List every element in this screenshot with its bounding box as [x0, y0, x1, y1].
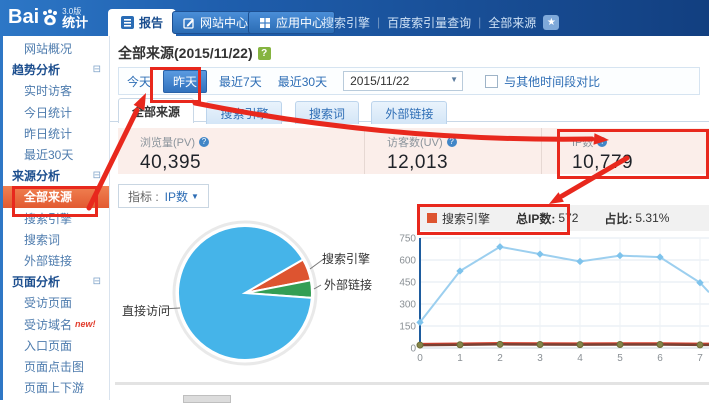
source-tabs: 全部来源 搜索引擎 搜索词 外部链接	[110, 98, 709, 122]
sidebar-nav: 网站概况趋势分析⊟实时访客今日统计昨日统计最近30天来源分析⊟全部来源搜索引擎搜…	[0, 36, 110, 400]
stats-strip: 浏览量(PV) ? 40,395 访客数(UV) ? 12,013 IP数 ? …	[118, 128, 709, 174]
chevron-down-icon: ▼	[191, 192, 199, 201]
svg-text:7: 7	[697, 353, 703, 364]
sidebar-item[interactable]: 昨日统计	[3, 123, 109, 144]
sidebar-item[interactable]: 网站概况	[3, 38, 109, 59]
legend-share-value: 5.31%	[635, 211, 669, 225]
sidebar-item[interactable]: 入口页面	[3, 335, 109, 356]
top-header: Bai 3.0版 统计 报告 网站中心	[0, 0, 709, 36]
section-divider	[115, 382, 709, 385]
stat-ip-value: 10,779	[572, 152, 709, 174]
logo-product: 统计	[62, 16, 88, 30]
header-quick-links: 搜索引擎 | 百度索引量查询 | 全部来源 ★	[322, 0, 559, 36]
quick-link-search-engine[interactable]: 搜索引擎	[322, 14, 370, 31]
svg-text:0: 0	[417, 353, 423, 364]
sidebar-item[interactable]: 页面点击图	[3, 356, 109, 377]
compare-label: 与其他时间段对比	[504, 73, 600, 90]
filter-last7[interactable]: 最近7天	[219, 73, 262, 90]
legend-total-value: 572	[558, 211, 578, 225]
svg-text:600: 600	[399, 256, 416, 267]
quick-link-all-sources[interactable]: 全部来源	[488, 14, 536, 31]
sidebar-item[interactable]: 实时访客	[3, 80, 109, 101]
tab-search-engine[interactable]: 搜索引擎	[206, 101, 282, 124]
pie-label-direct-visit: 直接访问	[122, 302, 170, 319]
svg-text:300: 300	[399, 300, 416, 311]
filter-yesterday[interactable]: 昨天	[163, 70, 207, 93]
sidebar-item[interactable]: 页面上下游	[3, 377, 109, 398]
star-icon[interactable]: ★	[543, 15, 559, 30]
stat-pv: 浏览量(PV) ? 40,395	[118, 128, 365, 174]
header-tab-report[interactable]: 报告	[108, 9, 176, 36]
svg-text:150: 150	[399, 322, 416, 333]
collapse-icon[interactable]: ⊟	[93, 276, 101, 287]
help-circle-icon[interactable]: ?	[597, 137, 607, 147]
pie-label-external-link: 外部链接	[324, 276, 372, 293]
sidebar-item[interactable]: 受访域名new!	[3, 313, 109, 334]
sidebar-item[interactable]: 今日统计	[3, 102, 109, 123]
chart-legend: 搜索引擎 总IP数: 572 占比: 5.31%	[418, 205, 709, 231]
sidebar-section-header: 来源分析⊟	[3, 165, 109, 186]
chevron-down-icon: ▼	[450, 75, 458, 84]
stat-uv-value: 12,013	[387, 152, 541, 174]
edit-icon	[183, 17, 195, 29]
svg-text:6: 6	[657, 353, 663, 364]
svg-text:4: 4	[577, 353, 583, 364]
header-tab-site-center[interactable]: 网站中心	[172, 11, 259, 34]
svg-text:3: 3	[537, 353, 543, 364]
tab-external-links[interactable]: 外部链接	[371, 101, 447, 124]
collapse-icon[interactable]: ⊟	[93, 170, 101, 181]
svg-text:750: 750	[399, 234, 416, 245]
legend-series-name: 搜索引擎	[442, 210, 490, 227]
sidebar-item[interactable]: 外部链接	[3, 250, 109, 271]
filter-today[interactable]: 今天	[127, 73, 151, 90]
sidebar-item[interactable]: 最近30天	[3, 144, 109, 165]
sidebar-item[interactable]: 搜索引擎	[3, 208, 109, 229]
compare-checkbox[interactable]	[485, 75, 498, 88]
baidu-logo: Bai 3.0版 统计	[8, 4, 88, 30]
sidebar-item[interactable]: 全部来源	[3, 186, 109, 207]
stat-pv-value: 40,395	[140, 152, 364, 174]
stat-ip: IP数 ? 10,779	[542, 128, 709, 174]
grid-icon	[259, 17, 271, 29]
svg-text:5: 5	[617, 353, 623, 364]
logo-text: Bai	[8, 4, 39, 30]
line-chart: 0 150 300 450 600 750 0 1 2 3 4 5 6 7	[395, 232, 709, 372]
pie-label-search-engine: 搜索引擎	[322, 250, 370, 267]
main-content: 全部来源(2015/11/22) ? 今天 昨天 最近7天 最近30天 2015…	[110, 36, 709, 400]
page-title: 全部来源(2015/11/22) ?	[118, 43, 271, 63]
svg-text:0: 0	[410, 344, 416, 355]
sidebar-item[interactable]: 搜索词	[3, 229, 109, 250]
svg-text:450: 450	[399, 278, 416, 289]
svg-text:2: 2	[497, 353, 503, 364]
legend-color-swatch	[427, 213, 437, 223]
help-icon[interactable]: ?	[258, 47, 271, 60]
new-badge: new!	[75, 319, 96, 329]
tab-search-terms[interactable]: 搜索词	[295, 101, 359, 124]
sidebar-section-header: 页面分析⊟	[3, 271, 109, 292]
date-filter-bar: 今天 昨天 最近7天 最近30天 2015/11/22 ▼ 与其他时间段对比	[118, 67, 700, 95]
date-picker-input[interactable]: 2015/11/22 ▼	[343, 71, 463, 91]
collapse-icon[interactable]: ⊟	[93, 64, 101, 75]
baidu-paw-icon	[40, 8, 60, 28]
metric-selector[interactable]: 指标 : IP数 ▼	[118, 184, 209, 208]
help-circle-icon[interactable]: ?	[447, 137, 457, 147]
sidebar-section-header: 趋势分析⊟	[3, 59, 109, 80]
quick-link-baidu-index[interactable]: 百度索引量查询	[387, 14, 471, 31]
help-circle-icon[interactable]: ?	[199, 137, 209, 147]
stat-uv: 访客数(UV) ? 12,013	[365, 128, 542, 174]
tab-all-sources[interactable]: 全部来源	[118, 98, 194, 123]
cutoff-control[interactable]	[183, 395, 231, 403]
filter-last30[interactable]: 最近30天	[278, 73, 327, 90]
report-icon	[121, 16, 134, 29]
svg-text:1: 1	[457, 353, 463, 364]
sidebar-item[interactable]: 受访页面	[3, 292, 109, 313]
